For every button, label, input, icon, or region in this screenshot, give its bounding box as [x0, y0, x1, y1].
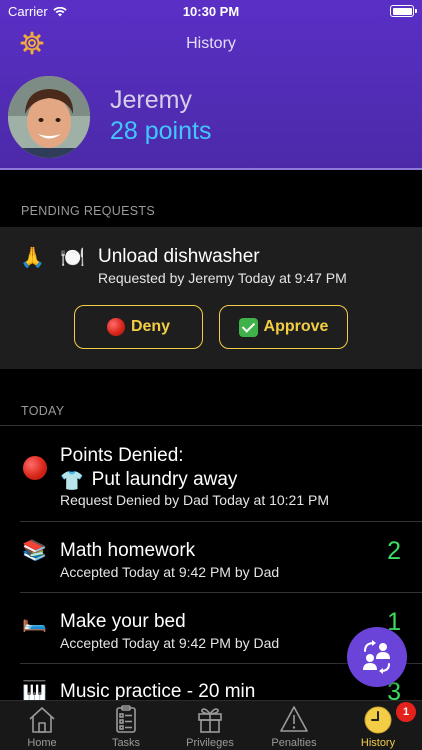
red-circle-icon — [106, 318, 125, 336]
warning-icon — [280, 706, 308, 732]
tab-label: History — [360, 737, 396, 749]
swap-users-icon — [363, 640, 390, 674]
books-icon: 📚 — [22, 540, 47, 562]
divider — [0, 425, 422, 426]
item-detail: 👕 Put laundry away — [60, 469, 237, 493]
tab-label: Privileges — [186, 737, 234, 749]
bed-icon: 🛏️ — [22, 611, 47, 633]
battery-icon — [390, 5, 417, 17]
history-notification-badge: 1 — [396, 702, 416, 722]
item-title: Points Denied: — [60, 445, 184, 466]
divider — [20, 521, 422, 522]
item-points: 2 — [387, 537, 401, 565]
user-name: Jeremy — [110, 86, 192, 114]
tab-label: Penalties — [271, 737, 317, 749]
deny-button[interactable]: Deny — [74, 305, 203, 349]
user-points: 28 points — [110, 117, 212, 145]
tab-penalties[interactable]: Penalties — [252, 701, 336, 750]
shirt-icon: 👕 — [60, 471, 84, 492]
red-circle-icon — [23, 456, 47, 480]
clock-time: 10:30 PM — [182, 4, 240, 19]
praying-hands-icon: 🙏 — [20, 247, 45, 269]
tab-home[interactable]: Home — [0, 701, 84, 750]
child-portrait-icon — [8, 76, 90, 158]
request-title: Unload dishwasher — [98, 246, 260, 267]
clipboard-icon — [116, 705, 136, 733]
item-subtitle: Accepted Today at 9:42 PM by Dad — [60, 564, 280, 580]
item-subtitle: Accepted Today at 9:42 PM by Dad — [60, 635, 280, 651]
tab-label: Tasks — [111, 737, 141, 749]
item-task-name: Put laundry away — [91, 469, 238, 490]
item-subtitle: Request Denied by Dad Today at 10:21 PM — [60, 492, 330, 508]
plate-icon: 🍽️ — [60, 247, 85, 269]
tab-privileges[interactable]: Privileges — [168, 701, 252, 750]
tab-label: Home — [27, 737, 57, 749]
avatar[interactable] — [8, 76, 90, 158]
page-title: History — [186, 35, 236, 52]
pending-section-label: PENDING REQUESTS — [21, 204, 155, 218]
approve-label: Approve — [263, 318, 329, 335]
gift-icon — [198, 708, 222, 733]
header-divider — [0, 168, 422, 170]
tab-bar: Home Tasks Privileges Penalties History — [0, 700, 422, 750]
divider — [20, 592, 422, 593]
tab-tasks[interactable]: Tasks — [84, 701, 168, 750]
status-bar: Carrier 10:30 PM — [0, 0, 422, 24]
checkmark-icon — [238, 317, 258, 337]
request-subtitle: Requested by Jeremy Today at 9:47 PM — [98, 270, 347, 286]
item-title: Make your bed — [60, 611, 186, 632]
swap-users-button[interactable] — [347, 627, 407, 687]
clock-icon — [364, 706, 392, 734]
today-section-label: TODAY — [21, 404, 65, 418]
house-icon — [29, 707, 55, 733]
item-title: Math homework — [60, 540, 196, 561]
deny-label: Deny — [130, 318, 171, 335]
approve-button[interactable]: Approve — [219, 305, 348, 349]
